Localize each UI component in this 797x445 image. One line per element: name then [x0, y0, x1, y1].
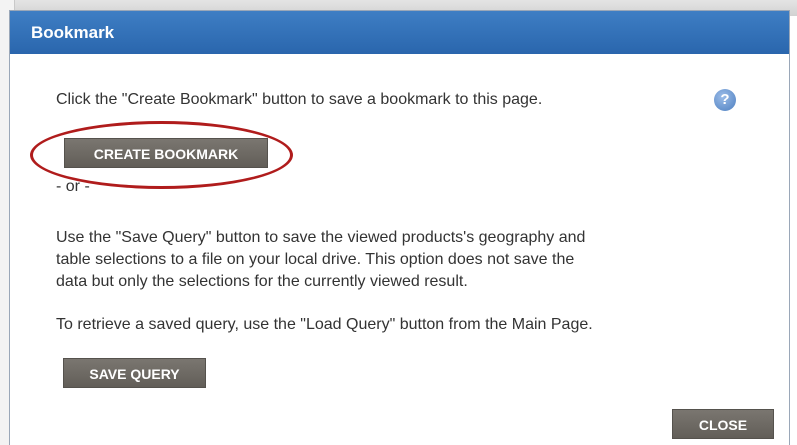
close-button[interactable]: CLOSE	[672, 409, 774, 439]
help-icon[interactable]: ?	[714, 89, 736, 111]
bookmark-dialog: Bookmark Click the "Create Bookmark" but…	[9, 10, 790, 445]
instruction-text: Click the "Create Bookmark" button to sa…	[56, 91, 543, 108]
create-bookmark-button[interactable]: CREATE BOOKMARK	[64, 138, 268, 168]
dialog-title: Bookmark	[10, 11, 789, 54]
description-line: Use the "Save Query" button to save the …	[56, 229, 586, 246]
description-line: table selections to a file on your local…	[56, 251, 575, 268]
save-query-button[interactable]: SAVE QUERY	[63, 358, 206, 388]
or-separator: - or -	[56, 178, 90, 195]
save-query-description: Use the "Save Query" button to save the …	[56, 227, 761, 293]
description-line: data but only the selections for the cur…	[56, 273, 468, 290]
retrieve-instruction: To retrieve a saved query, use the "Load…	[56, 316, 593, 333]
